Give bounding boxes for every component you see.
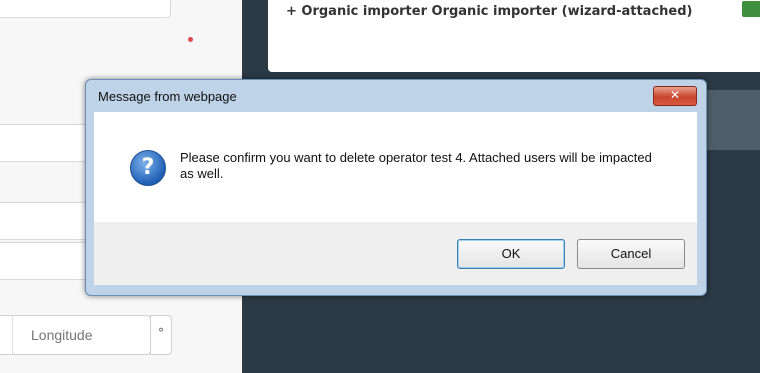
dialog-content: ? Please confirm you want to delete oper…	[94, 112, 697, 222]
longitude-field[interactable]	[0, 315, 151, 355]
form-field[interactable]	[0, 0, 171, 18]
longitude-input[interactable]	[12, 316, 130, 354]
background-card-text: + Organic importer Organic importer (wiz…	[286, 4, 693, 19]
required-indicator	[188, 37, 193, 42]
confirm-dialog: Message from webpage ✕ ? Please confirm …	[85, 79, 707, 296]
close-button[interactable]: ✕	[653, 86, 697, 106]
status-chip	[742, 1, 760, 17]
cancel-button[interactable]: Cancel	[577, 239, 685, 269]
degree-suffix: °	[150, 315, 172, 355]
background-card: + Organic importer Organic importer (wiz…	[268, 0, 760, 72]
dialog-footer: OK Cancel	[94, 222, 697, 285]
dialog-title: Message from webpage	[98, 89, 237, 104]
question-icon: ?	[130, 150, 166, 186]
dialog-titlebar[interactable]: Message from webpage ✕	[86, 80, 706, 112]
background-header-band	[700, 90, 760, 150]
close-icon: ✕	[669, 88, 681, 102]
ok-button[interactable]: OK	[457, 239, 565, 269]
dialog-message: Please confirm you want to delete operat…	[180, 150, 652, 181]
